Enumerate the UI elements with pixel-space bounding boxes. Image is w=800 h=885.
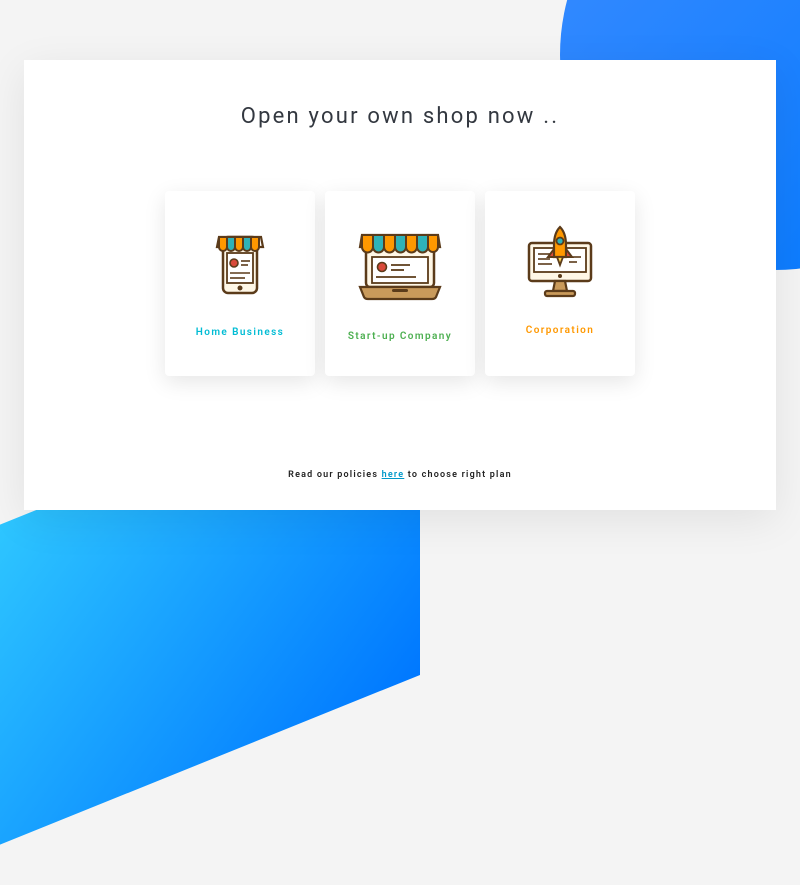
policy-text: Read our policies here to choose right p… xyxy=(288,470,512,480)
policy-link[interactable]: here xyxy=(382,470,405,480)
page-heading: Open your own shop now .. xyxy=(241,104,559,129)
card-label: Home Business xyxy=(196,327,284,338)
card-corporation[interactable]: Corporation xyxy=(485,191,635,376)
laptop-shop-icon xyxy=(352,223,448,307)
card-label: Corporation xyxy=(526,325,594,336)
policy-post: to choose right plan xyxy=(404,470,512,480)
card-label: Start-up Company xyxy=(348,331,452,342)
desktop-rocket-icon xyxy=(517,223,603,301)
mobile-shop-icon xyxy=(205,223,275,299)
plan-cards: Home Business xyxy=(165,191,635,376)
policy-pre: Read our policies xyxy=(288,470,381,480)
card-home-business[interactable]: Home Business xyxy=(165,191,315,376)
main-panel: Open your own shop now .. xyxy=(24,60,776,510)
card-startup-company[interactable]: Start-up Company xyxy=(325,191,475,376)
